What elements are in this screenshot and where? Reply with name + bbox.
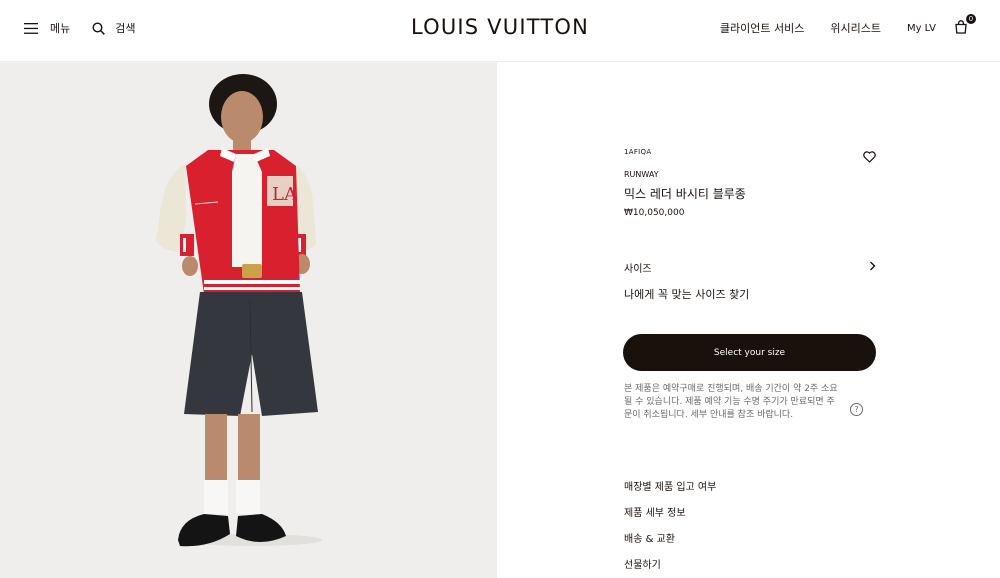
svg-text:LA: LA <box>272 184 298 205</box>
preorder-notice: 본 제품은 예약구매로 진행되며, 배송 기간이 약 2주 소요될 수 있습니다… <box>624 384 838 420</box>
site-header: 메뉴 검색 LOUIS VUITTON 클라이언트 서비스 위시리스트 My L… <box>0 0 1000 62</box>
bag-icon <box>954 20 968 37</box>
select-size-button[interactable]: Select your size <box>623 334 876 371</box>
search-button[interactable]: 검색 <box>92 20 136 36</box>
model-photo: LA <box>156 74 322 547</box>
product-sku: 1AFIQA <box>624 148 652 156</box>
gifting-link[interactable]: 선물하기 <box>624 556 716 578</box>
menu-label: 메뉴 <box>50 22 71 35</box>
store-availability-link[interactable]: 매장별 제품 입고 여부 <box>624 478 716 504</box>
delivery-returns-link[interactable]: 배송 & 교환 <box>624 530 716 556</box>
bag-count-badge: 0 <box>966 14 976 24</box>
product-collection: RUNWAY <box>624 170 659 179</box>
wishlist-link[interactable]: 위시리스트 <box>830 20 881 36</box>
product-image[interactable]: LA <box>0 62 497 578</box>
header-left: 메뉴 검색 <box>24 20 136 36</box>
client-services-link[interactable]: 클라이언트 서비스 <box>720 20 804 36</box>
chevron-right-icon <box>869 261 876 274</box>
help-icon[interactable]: ? <box>850 403 863 416</box>
size-label: 사이즈 <box>624 263 652 275</box>
product-name: 믹스 레더 바시티 블루종 <box>624 187 746 201</box>
menu-button[interactable]: 메뉴 <box>24 20 70 36</box>
bag-button[interactable]: 0 <box>954 14 976 37</box>
header-right: 클라이언트 서비스 위시리스트 My LV 0 <box>694 14 976 37</box>
heart-icon[interactable] <box>863 148 876 167</box>
brand-logo[interactable]: LOUIS VUITTON <box>411 15 589 39</box>
find-my-size-link[interactable]: 나에게 꼭 맞는 사이즈 찾기 <box>624 286 749 302</box>
product-details-link[interactable]: 제품 세부 정보 <box>624 504 716 530</box>
search-label: 검색 <box>115 22 136 35</box>
product-price: ₩10,050,000 <box>624 208 685 218</box>
product-links: 매장별 제품 입고 여부 제품 세부 정보 배송 & 교환 선물하기 <box>624 478 716 578</box>
search-icon <box>92 21 106 35</box>
hamburger-icon <box>24 22 38 34</box>
my-lv-link[interactable]: My LV <box>907 23 936 34</box>
product-info: 1AFIQA RUNWAY 믹스 레더 바시티 블루종 ₩10,050,000 <box>624 148 876 218</box>
size-selector[interactable]: 사이즈 <box>624 258 876 276</box>
